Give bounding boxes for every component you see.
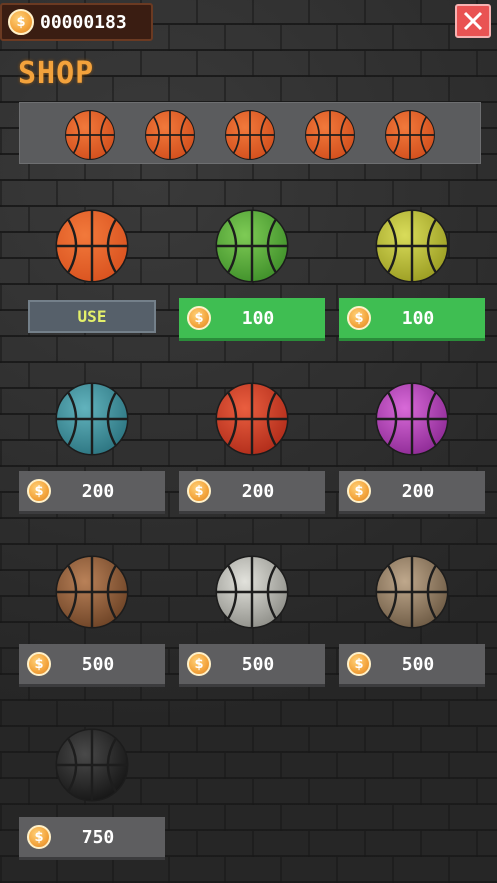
buy-button-dark[interactable]: $750 [19,817,165,857]
ball-wood[interactable] [54,554,130,630]
price-label: 750 [81,826,115,848]
price-label: 500 [401,653,435,675]
preview-ball [384,109,436,161]
coin-icon: $ [27,479,51,503]
coin-icon: $ [187,479,211,503]
coin-balance: $ 00000183 [0,3,153,41]
buy-button-silver[interactable]: $500 [179,644,325,684]
page-title: SHOP [18,56,95,91]
buy-button-green[interactable]: $100 [179,298,325,338]
price-label: 100 [401,307,435,329]
coin-icon: $ [27,825,51,849]
buy-button-teal[interactable]: $200 [19,471,165,511]
ball-green[interactable] [214,208,290,284]
ball-teal[interactable] [54,381,130,457]
buy-button-purple[interactable]: $200 [339,471,485,511]
price-label: 200 [81,480,115,502]
ball-dark[interactable] [54,727,130,803]
coin-icon: $ [347,652,371,676]
preview-ball [64,109,116,161]
ball-yellow[interactable] [374,208,450,284]
price-label: 100 [241,307,275,329]
use-button[interactable]: USE [28,300,156,333]
buy-button-yellow[interactable]: $100 [339,298,485,338]
price-label: 200 [241,480,275,502]
preview-bar [19,102,481,164]
coin-icon: $ [8,9,34,35]
coin-icon: $ [347,479,371,503]
price-label: 200 [401,480,435,502]
coin-icon: $ [187,306,211,330]
price-label: 500 [241,653,275,675]
buy-button-red[interactable]: $200 [179,471,325,511]
ball-stone[interactable] [374,554,450,630]
ball-silver[interactable] [214,554,290,630]
coin-icon: $ [27,652,51,676]
coin-count: 00000183 [40,11,127,33]
ball-orange[interactable] [54,208,130,284]
close-button[interactable] [455,4,491,38]
preview-ball [304,109,356,161]
price-label: 500 [81,653,115,675]
coin-icon: $ [347,306,371,330]
ball-red[interactable] [214,381,290,457]
buy-button-wood[interactable]: $500 [19,644,165,684]
preview-ball [224,109,276,161]
buy-button-stone[interactable]: $500 [339,644,485,684]
preview-ball [144,109,196,161]
coin-icon: $ [187,652,211,676]
ball-purple[interactable] [374,381,450,457]
close-icon [463,11,483,31]
